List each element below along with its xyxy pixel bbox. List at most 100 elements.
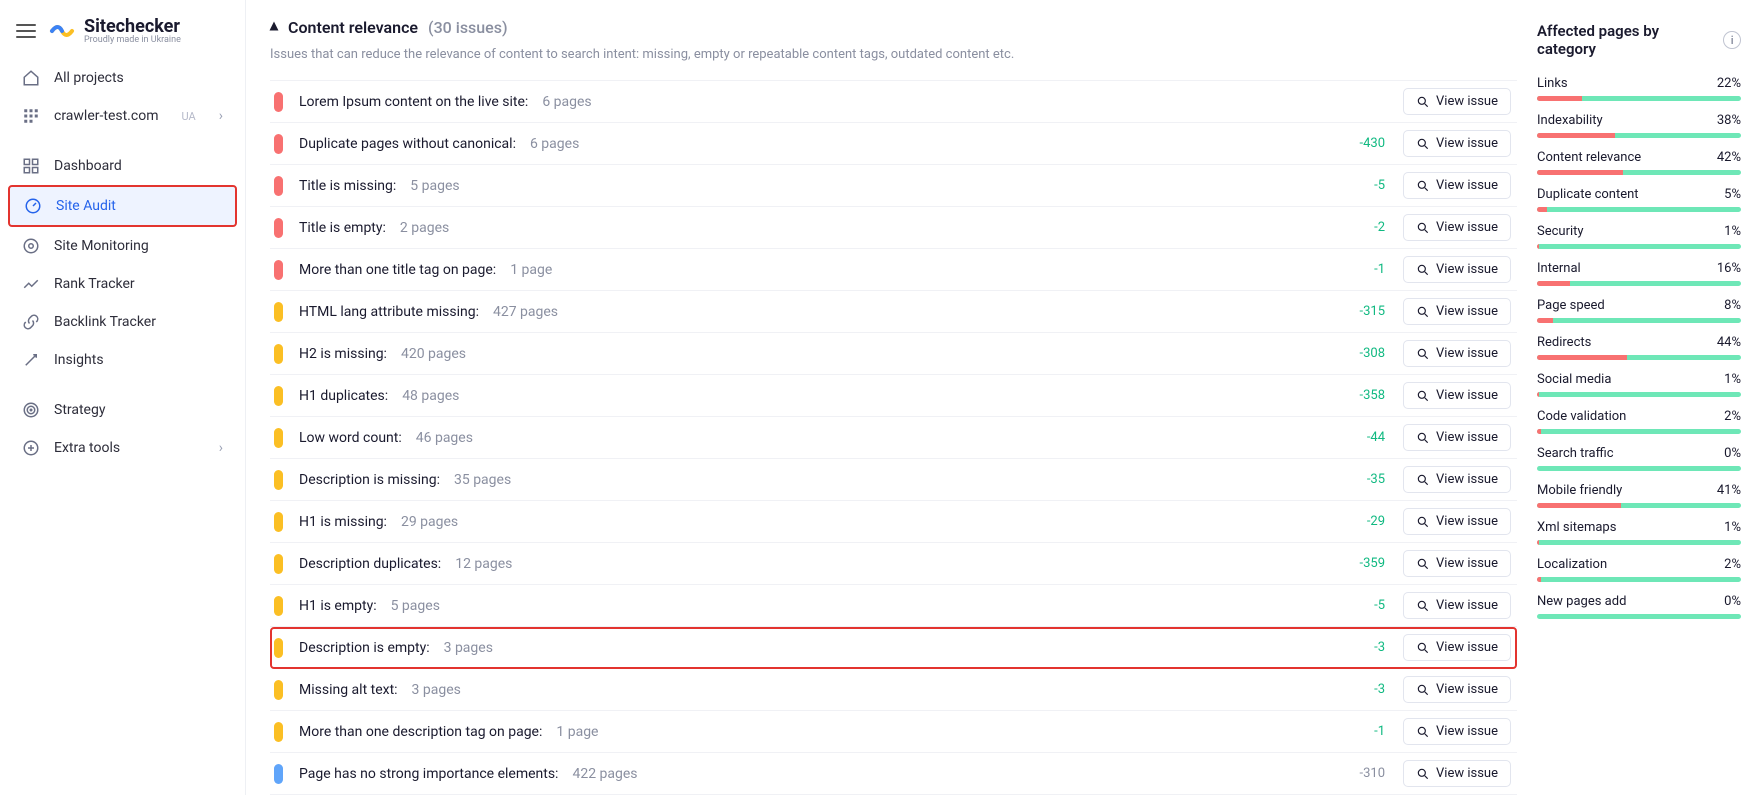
- issue-page-count: 46 pages: [416, 430, 473, 446]
- category-item[interactable]: Links22%: [1537, 76, 1741, 101]
- nav-extra-tools[interactable]: Extra tools ›: [8, 429, 237, 467]
- menu-toggle-icon[interactable]: [14, 19, 38, 43]
- target-icon: [22, 401, 40, 419]
- issue-row[interactable]: H1 is missing:29 pages-29View issue: [270, 501, 1517, 543]
- view-issue-button[interactable]: View issue: [1403, 298, 1511, 325]
- view-issue-button[interactable]: View issue: [1403, 130, 1511, 157]
- issue-row[interactable]: Title is empty:2 pages-2View issue: [270, 207, 1517, 249]
- category-item[interactable]: Redirects44%: [1537, 335, 1741, 360]
- search-icon: [1416, 599, 1430, 613]
- nav-project[interactable]: crawler-test.com UA ›: [8, 97, 237, 135]
- view-issue-button[interactable]: View issue: [1403, 172, 1511, 199]
- severity-indicator-icon: [274, 302, 283, 322]
- issue-row[interactable]: Description duplicates:12 pages-359View …: [270, 543, 1517, 585]
- issue-page-count: 6 pages: [530, 136, 579, 152]
- category-name: Social media: [1537, 372, 1611, 387]
- category-item[interactable]: New pages add0%: [1537, 594, 1741, 619]
- view-issue-button[interactable]: View issue: [1403, 256, 1511, 283]
- nav-all-projects[interactable]: All projects: [8, 59, 237, 97]
- category-item[interactable]: Content relevance42%: [1537, 150, 1741, 175]
- view-issue-button[interactable]: View issue: [1403, 466, 1511, 493]
- category-item[interactable]: Social media1%: [1537, 372, 1741, 397]
- category-pct: 44%: [1717, 335, 1741, 350]
- issue-page-count: 422 pages: [572, 766, 637, 782]
- category-item[interactable]: Mobile friendly41%: [1537, 483, 1741, 508]
- view-issue-label: View issue: [1436, 472, 1498, 487]
- issue-row[interactable]: Page has no strong importance elements:4…: [270, 753, 1517, 795]
- nav-dashboard[interactable]: Dashboard: [8, 147, 237, 185]
- severity-indicator-icon: [274, 218, 283, 238]
- category-item[interactable]: Security1%: [1537, 224, 1741, 249]
- issue-label: Missing alt text:: [299, 682, 398, 698]
- nav-site-monitoring[interactable]: Site Monitoring: [8, 227, 237, 265]
- search-icon: [1416, 305, 1430, 319]
- category-progress-bar: [1537, 540, 1741, 545]
- search-icon: [1416, 473, 1430, 487]
- category-item[interactable]: Xml sitemaps1%: [1537, 520, 1741, 545]
- category-item[interactable]: Page speed8%: [1537, 298, 1741, 323]
- issue-delta: -359: [1343, 556, 1393, 571]
- search-icon: [1416, 431, 1430, 445]
- view-issue-button[interactable]: View issue: [1403, 382, 1511, 409]
- view-issue-button[interactable]: View issue: [1403, 214, 1511, 241]
- sidebar: Sitechecker Proudly made in Ukraine All …: [0, 0, 246, 795]
- nav-site-audit[interactable]: Site Audit: [8, 185, 237, 227]
- issue-row[interactable]: More than one description tag on page:1 …: [270, 711, 1517, 753]
- view-issue-button[interactable]: View issue: [1403, 550, 1511, 577]
- category-progress-bar: [1537, 318, 1741, 323]
- view-issue-button[interactable]: View issue: [1403, 424, 1511, 451]
- brand-name: Sitechecker: [84, 16, 181, 37]
- view-issue-button[interactable]: View issue: [1403, 592, 1511, 619]
- issue-page-count: 6 pages: [542, 94, 591, 110]
- issue-page-count: 1 page: [510, 262, 552, 278]
- category-item[interactable]: Code validation2%: [1537, 409, 1741, 434]
- link-icon: [22, 313, 40, 331]
- nav-label: Rank Tracker: [54, 276, 135, 292]
- view-issue-button[interactable]: View issue: [1403, 760, 1511, 787]
- issue-row[interactable]: Lorem Ipsum content on the live site:6 p…: [270, 81, 1517, 123]
- issue-row[interactable]: Title is missing:5 pages-5View issue: [270, 165, 1517, 207]
- view-issue-button[interactable]: View issue: [1403, 676, 1511, 703]
- section-header[interactable]: ▾ Content relevance (30 issues): [270, 18, 1517, 37]
- category-item[interactable]: Duplicate content5%: [1537, 187, 1741, 212]
- issue-label: Duplicate pages without canonical:: [299, 136, 516, 152]
- nav-strategy[interactable]: Strategy: [8, 391, 237, 429]
- view-issue-button[interactable]: View issue: [1403, 508, 1511, 535]
- nav-backlink-tracker[interactable]: Backlink Tracker: [8, 303, 237, 341]
- brand-logo[interactable]: Sitechecker Proudly made in Ukraine: [48, 16, 181, 45]
- severity-indicator-icon: [274, 512, 283, 532]
- view-issue-button[interactable]: View issue: [1403, 718, 1511, 745]
- category-progress-bar: [1537, 207, 1741, 212]
- category-item[interactable]: Localization2%: [1537, 557, 1741, 582]
- category-item[interactable]: Search traffic0%: [1537, 446, 1741, 471]
- category-name: New pages add: [1537, 594, 1626, 609]
- issue-row[interactable]: Description is missing:35 pages-35View i…: [270, 459, 1517, 501]
- view-issue-button[interactable]: View issue: [1403, 88, 1511, 115]
- category-item[interactable]: Internal16%: [1537, 261, 1741, 286]
- issue-row[interactable]: More than one title tag on page:1 page-1…: [270, 249, 1517, 291]
- issue-page-count: 3 pages: [412, 682, 461, 698]
- section-issue-count: (30 issues): [428, 18, 508, 37]
- nav-rank-tracker[interactable]: Rank Tracker: [8, 265, 237, 303]
- view-issue-label: View issue: [1436, 556, 1498, 571]
- issue-row[interactable]: H1 is empty:5 pages-5View issue: [270, 585, 1517, 627]
- issue-delta: -3: [1343, 640, 1393, 655]
- issue-row[interactable]: Description is empty:3 pages-3View issue: [270, 627, 1517, 669]
- issue-row[interactable]: H2 is missing:420 pages-308View issue: [270, 333, 1517, 375]
- category-item[interactable]: Indexability38%: [1537, 113, 1741, 138]
- nav-insights[interactable]: Insights: [8, 341, 237, 379]
- search-icon: [1416, 557, 1430, 571]
- issue-row[interactable]: Duplicate pages without canonical: 6 page…: [270, 123, 1517, 165]
- category-pct: 16%: [1717, 261, 1741, 276]
- view-issue-button[interactable]: View issue: [1403, 340, 1511, 367]
- category-name: Localization: [1537, 557, 1607, 572]
- project-country-tag: UA: [182, 110, 196, 123]
- issue-row[interactable]: Missing alt text:3 pages-3View issue: [270, 669, 1517, 711]
- info-icon[interactable]: i: [1723, 31, 1741, 49]
- category-progress-bar: [1537, 392, 1741, 397]
- issue-row[interactable]: H1 duplicates:48 pages-358View issue: [270, 375, 1517, 417]
- search-icon: [1416, 515, 1430, 529]
- issue-row[interactable]: HTML lang attribute missing:427 pages-31…: [270, 291, 1517, 333]
- view-issue-button[interactable]: View issue: [1403, 634, 1511, 661]
- issue-row[interactable]: Low word count:46 pages-44View issue: [270, 417, 1517, 459]
